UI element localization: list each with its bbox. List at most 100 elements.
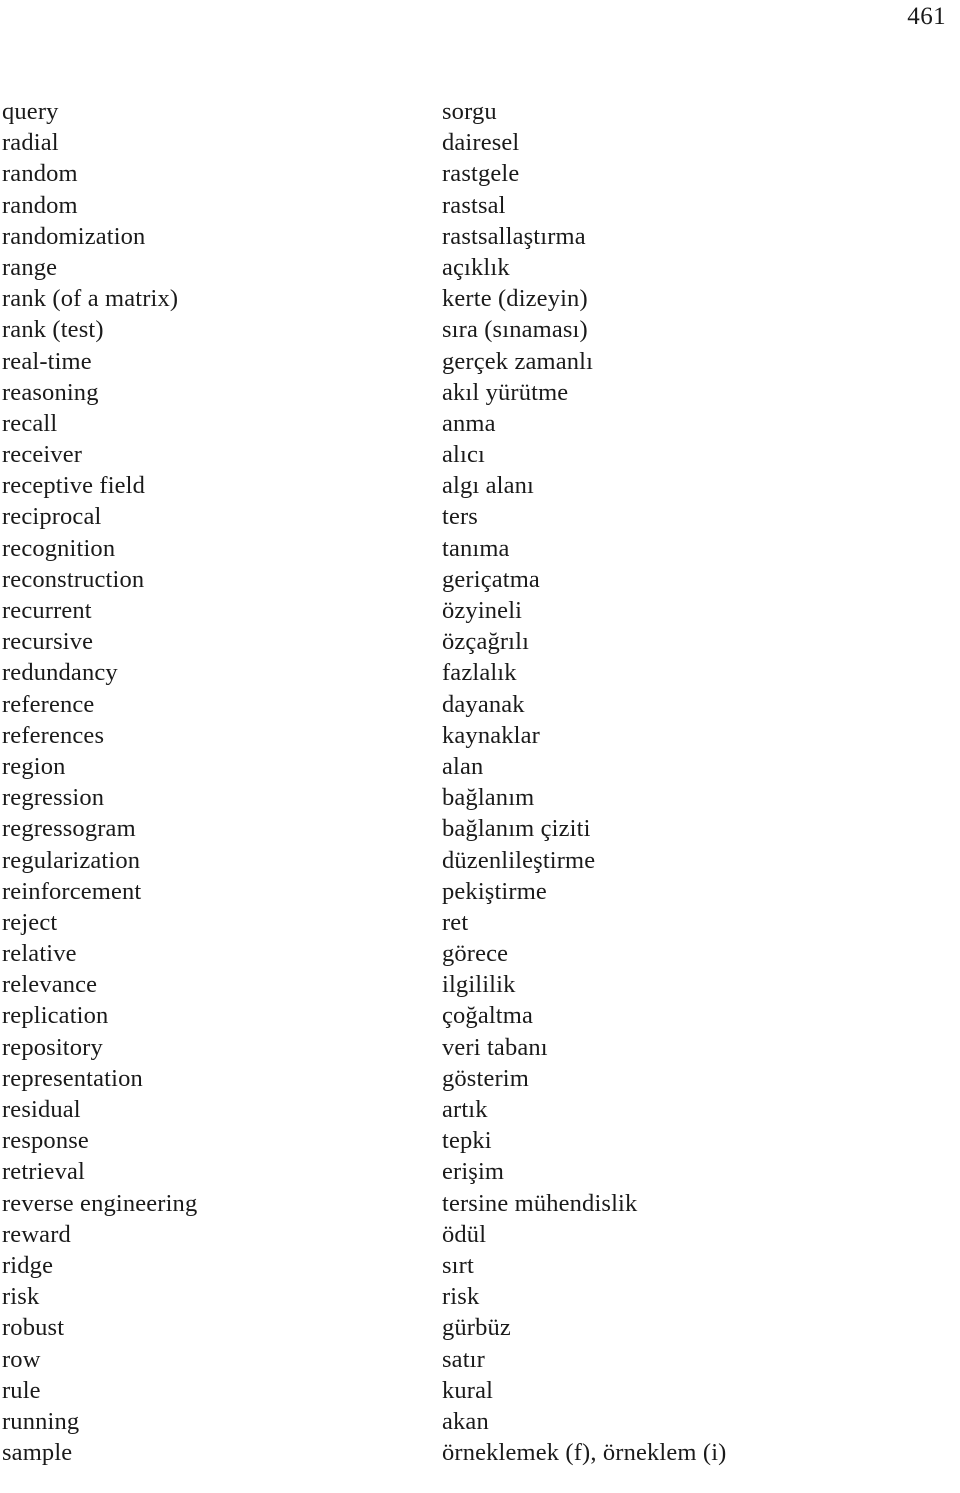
glossary-entry: ridge sırt <box>2 1250 952 1281</box>
source-term: query <box>2 98 59 125</box>
glossary-entry: risk risk <box>2 1281 952 1312</box>
target-term: özyineli <box>442 597 523 624</box>
target-term: veri tabanı <box>442 1033 548 1061</box>
source-term: radial <box>2 129 59 157</box>
target-term: erişim <box>442 1158 505 1186</box>
glossary-entry: retrieval erişim <box>2 1156 952 1187</box>
target-term: örneklemek (f), örneklem (i) <box>442 1439 727 1467</box>
glossary-entry: regression bağlanım <box>2 782 952 813</box>
glossary-entry: residual artık <box>2 1094 952 1125</box>
glossary-entry: receptive field algı alanı <box>2 470 952 501</box>
glossary-entry: relative görece <box>2 938 952 969</box>
source-term: redundancy <box>2 659 118 687</box>
source-term: retrieval <box>2 1158 85 1186</box>
target-term: akan <box>442 1407 489 1435</box>
source-term: randomization <box>2 222 146 250</box>
glossary-entry: randomization rastsallaştırma <box>2 221 952 252</box>
glossary-entry: response tepki <box>2 1125 952 1156</box>
glossary-entry: recognition tanıma <box>2 533 952 564</box>
source-term: sample <box>2 1439 73 1467</box>
target-term: alan <box>442 752 484 780</box>
source-term: rank (test) <box>2 316 104 344</box>
target-term: dayanak <box>442 690 525 718</box>
glossary-entry: recall anma <box>2 408 952 439</box>
glossary-entry: running akan <box>2 1406 952 1437</box>
source-term: reference <box>2 690 95 718</box>
target-term: risk <box>442 1283 480 1311</box>
source-term: regression <box>2 784 105 812</box>
glossary-entry: rank (test) sıra (sınaması) <box>2 314 952 345</box>
glossary-entry: regressogram bağlanım çiziti <box>2 813 952 844</box>
target-term: rastsallaştırma <box>442 222 586 250</box>
glossary-entry: reinforcement pekiştirme <box>2 876 952 907</box>
source-term: reward <box>2 1220 71 1248</box>
target-term: tanıma <box>442 534 510 562</box>
source-term: reasoning <box>2 378 99 406</box>
source-term: reciprocal <box>2 503 102 531</box>
target-term: akıl yürütme <box>442 378 569 406</box>
target-term: sırt <box>442 1251 474 1279</box>
glossary-entry: receiver alıcı <box>2 439 952 470</box>
target-term: tersine mühendislik <box>442 1189 638 1217</box>
glossary-entry: reciprocal ters <box>2 501 952 532</box>
source-term: recurrent <box>2 597 92 624</box>
target-term: görece <box>442 940 509 968</box>
glossary-entry: row satır <box>2 1344 952 1375</box>
glossary-entry: representation gösterim <box>2 1063 952 1094</box>
target-term: bağlanım <box>442 784 535 812</box>
glossary-entry: rank (of a matrix) kerte (dizeyin) <box>2 283 952 314</box>
target-term: anma <box>442 409 496 437</box>
glossary-entry: range açıklık <box>2 252 952 283</box>
glossary-entry: robust gürbüz <box>2 1312 952 1343</box>
target-term: kaynaklar <box>442 721 540 749</box>
glossary-entry: sample örneklemek (f), örneklem (i) <box>2 1437 952 1468</box>
source-term: range <box>2 253 58 281</box>
source-term: reinforcement <box>2 877 142 905</box>
target-term: düzenlileştirme <box>442 846 596 874</box>
source-term: rule <box>2 1376 41 1404</box>
target-term: özçağrılı <box>442 628 530 656</box>
glossary-entry: random rastsal <box>2 190 952 221</box>
source-term: residual <box>2 1096 81 1123</box>
source-term: region <box>2 752 66 780</box>
source-term: repository <box>2 1033 103 1061</box>
source-term: regularization <box>2 846 141 874</box>
target-term: ret <box>442 908 469 936</box>
target-term: geriçatma <box>442 565 540 593</box>
source-term: receiver <box>2 441 83 469</box>
glossary-entry-list: query sorgu radial dairesel random rastgele ra… <box>2 96 952 1468</box>
source-term: regressogram <box>2 815 136 843</box>
target-term: fazlalık <box>442 659 517 687</box>
source-term: row <box>2 1345 41 1373</box>
target-term: bağlanım çiziti <box>442 815 591 843</box>
target-term: algı alanı <box>442 472 534 500</box>
glossary-entry: rule kural <box>2 1375 952 1406</box>
glossary-entry: radial dairesel <box>2 127 952 158</box>
glossary-entry: recurrent özyineli <box>2 595 952 626</box>
source-term: risk <box>2 1283 40 1311</box>
source-term: reject <box>2 908 58 936</box>
glossary-entry: query sorgu <box>2 96 952 127</box>
source-term: random <box>2 191 78 219</box>
source-term: receptive field <box>2 472 146 500</box>
target-term: gerçek zamanlı <box>442 347 594 375</box>
target-term: sıra (sınaması) <box>442 316 588 344</box>
source-term: replication <box>2 1002 109 1030</box>
source-term: reconstruction <box>2 565 145 593</box>
glossary-entry: repository veri tabanı <box>2 1032 952 1063</box>
glossary-entry: reconstruction geriçatma <box>2 564 952 595</box>
glossary-entry: reject ret <box>2 907 952 938</box>
glossary-entry: redundancy fazlalık <box>2 657 952 688</box>
target-term: gösterim <box>442 1064 529 1092</box>
glossary-entry: regularization düzenlileştirme <box>2 845 952 876</box>
document-page: 461 query sorgu radial dairesel random rastge… <box>0 0 960 1493</box>
target-term: kerte (dizeyin) <box>442 285 588 313</box>
source-term: real-time <box>2 347 92 375</box>
source-term: recognition <box>2 534 116 562</box>
source-term: response <box>2 1127 89 1155</box>
source-term: relative <box>2 940 77 968</box>
source-term: reverse engineering <box>2 1189 198 1217</box>
glossary-entry: reference dayanak <box>2 689 952 720</box>
target-term: artık <box>442 1096 488 1123</box>
glossary-entry: region alan <box>2 751 952 782</box>
